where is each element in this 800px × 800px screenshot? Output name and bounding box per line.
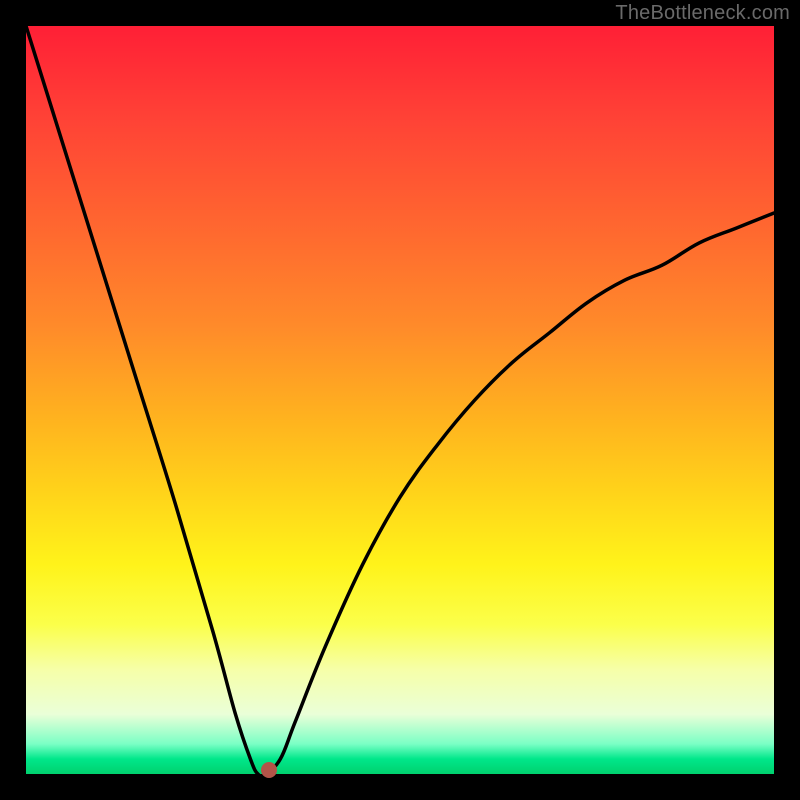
plot-area [26, 26, 774, 774]
curve-path [26, 26, 774, 774]
curve-svg [26, 26, 774, 774]
chart-frame: TheBottleneck.com [0, 0, 800, 800]
marker-dot [261, 762, 277, 778]
attribution-label: TheBottleneck.com [615, 2, 790, 25]
